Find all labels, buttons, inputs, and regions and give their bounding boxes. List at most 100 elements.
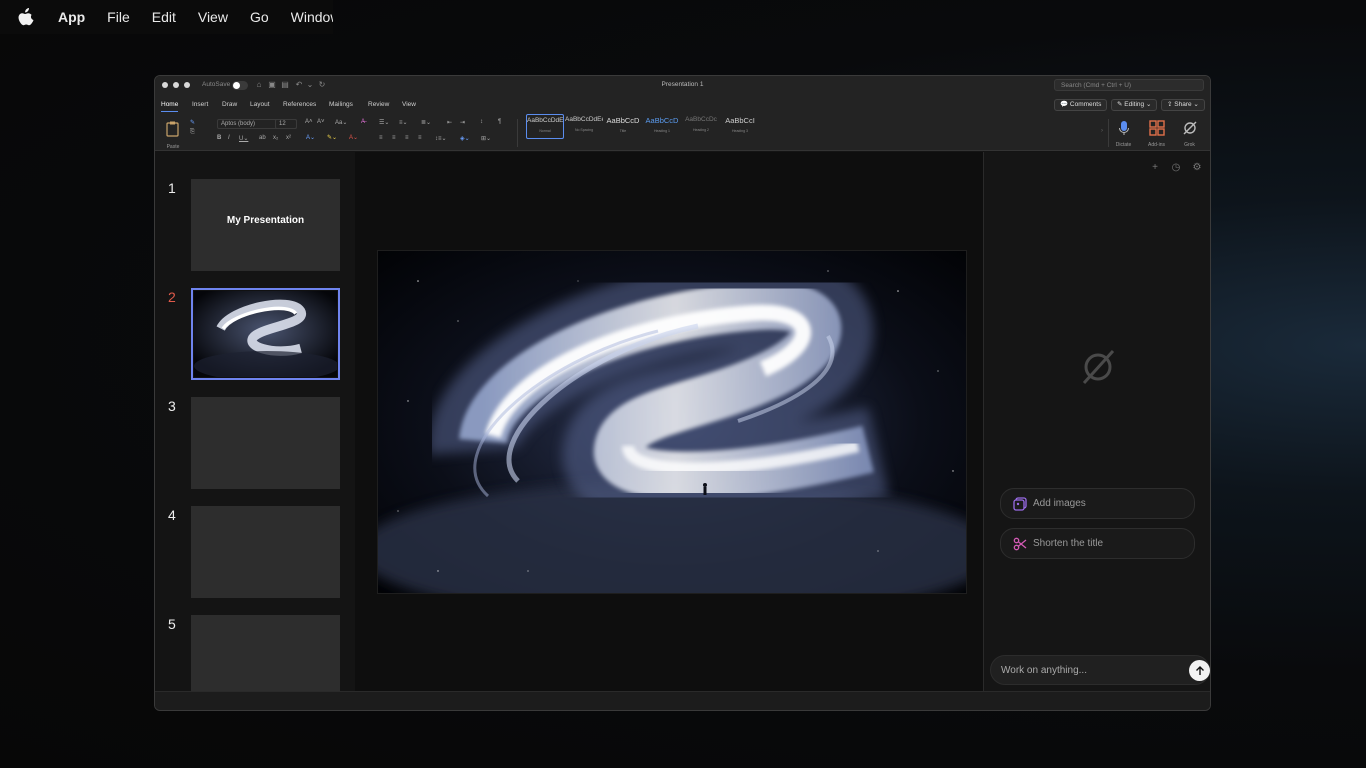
italic-button[interactable]: I: [228, 135, 230, 141]
font-color-icon[interactable]: A⌄: [349, 134, 358, 141]
menu-view[interactable]: View: [198, 9, 228, 25]
sort-icon[interactable]: ↕: [480, 119, 483, 125]
history-icon[interactable]: ◷: [1170, 162, 1182, 174]
bold-button[interactable]: B: [217, 135, 221, 141]
style-sample: AaBbCcI: [725, 116, 755, 125]
chat-input[interactable]: Work on anything...: [990, 655, 1210, 685]
person-silhouette: [703, 483, 707, 495]
style-title[interactable]: AaBbCcD Title: [604, 114, 642, 137]
suggestion-label: Add images: [1033, 498, 1086, 509]
clear-formatting-icon[interactable]: A̶: [361, 119, 365, 125]
tab-home[interactable]: Home: [161, 101, 179, 112]
title-bar: AutoSave ⌂ ▣ ▤ ↶ ⌄ ↻ Presentation 1 Sear…: [155, 76, 1210, 95]
editing-label: Editing: [1124, 101, 1145, 108]
align-left-icon[interactable]: ≡: [379, 135, 383, 141]
menu-app[interactable]: App: [58, 9, 85, 25]
ribbon-divider: [517, 119, 518, 147]
microphone-icon: [1118, 121, 1129, 135]
slide-thumbnail-1[interactable]: My Presentation: [191, 179, 340, 271]
editing-button[interactable]: ✎ Editing ⌄: [1111, 99, 1158, 111]
share-label: Share: [1174, 101, 1192, 108]
style-no-spacing[interactable]: AaBbCcDdEe No Spacing: [565, 114, 603, 137]
style-normal[interactable]: AaBbCcDdEe Normal: [526, 114, 564, 139]
style-sample: AaBbCcD: [645, 116, 679, 125]
numbering-icon[interactable]: ≡⌄: [399, 119, 408, 126]
bullets-icon[interactable]: ☰⌄: [379, 119, 389, 126]
comments-label: Comments: [1069, 101, 1102, 108]
scissors-icon: [1013, 537, 1027, 551]
tab-layout[interactable]: Layout: [250, 101, 270, 108]
addins-button[interactable]: Add-ins: [1144, 120, 1169, 148]
slide-thumbnail-5[interactable]: [191, 615, 340, 691]
align-center-icon[interactable]: ≡: [392, 135, 396, 141]
superscript-button[interactable]: x²: [286, 135, 291, 141]
addins-grid-icon: [1148, 120, 1165, 136]
dictate-button[interactable]: Dictate: [1111, 120, 1136, 148]
tab-draw[interactable]: Draw: [222, 101, 237, 108]
style-sample: AaBbCcDc: [685, 116, 717, 123]
decrease-indent-icon[interactable]: ⇤: [447, 119, 452, 126]
slide-number: 3: [168, 398, 176, 414]
style-heading-3[interactable]: AaBbCcI Heading 3: [721, 114, 759, 137]
slide-number: 2: [168, 289, 176, 305]
font-size-value: 12: [279, 121, 286, 127]
tab-insert[interactable]: Insert: [192, 101, 208, 108]
shading-icon[interactable]: ◈⌄: [460, 135, 470, 142]
add-images-suggestion[interactable]: Add images: [1000, 488, 1195, 519]
multilevel-list-icon[interactable]: ≣⌄: [421, 119, 431, 126]
comments-button[interactable]: 💬 Comments: [1054, 99, 1108, 111]
new-chat-icon[interactable]: +: [1149, 162, 1161, 174]
settings-icon[interactable]: ⚙: [1191, 162, 1203, 174]
borders-icon[interactable]: ⊞⌄: [481, 135, 491, 142]
grok-button[interactable]: Grok: [1177, 120, 1202, 148]
format-painter-icon[interactable]: ✎: [190, 119, 195, 126]
grow-font-icon[interactable]: A˄: [305, 119, 313, 125]
status-bar: [155, 691, 1210, 710]
slide-thumbnail-2[interactable]: [191, 288, 340, 381]
send-button[interactable]: [1189, 660, 1210, 681]
shorten-title-suggestion[interactable]: Shorten the title: [1000, 528, 1195, 559]
underline-button[interactable]: U⌄: [239, 135, 248, 142]
app-window: AutoSave ⌂ ▣ ▤ ↶ ⌄ ↻ Presentation 1 Sear…: [154, 75, 1211, 711]
chat-placeholder: Work on anything...: [1001, 664, 1087, 676]
strikethrough-button[interactable]: ab: [259, 135, 266, 141]
increase-indent-icon[interactable]: ⇥: [460, 119, 465, 126]
grok-label: Grok: [1184, 142, 1195, 148]
menu-edit[interactable]: Edit: [152, 9, 176, 25]
tab-mailings[interactable]: Mailings: [329, 101, 353, 108]
align-right-icon[interactable]: ≡: [405, 135, 409, 141]
line-spacing-icon[interactable]: ↕≡⌄: [435, 135, 447, 142]
apple-icon[interactable]: [18, 8, 35, 26]
galaxy-swirl-image[interactable]: [378, 251, 967, 594]
slide-thumbnails-panel: 1 My Presentation 2 3 4 5: [155, 152, 355, 691]
style-name: No Spacing: [574, 128, 594, 132]
styles-scroll-icon[interactable]: ›: [1101, 128, 1103, 134]
change-case-icon[interactable]: Aa⌄: [335, 119, 347, 126]
style-heading-2[interactable]: AaBbCcDc Heading 2: [682, 114, 720, 137]
text-effects-icon[interactable]: A⌄: [306, 134, 315, 141]
shrink-font-icon[interactable]: A˅: [317, 119, 325, 125]
tab-review[interactable]: Review: [368, 101, 389, 108]
tab-view[interactable]: View: [402, 101, 416, 108]
copy-icon[interactable]: ⎘: [190, 129, 195, 136]
slide-thumbnail-3[interactable]: [191, 397, 340, 489]
share-button[interactable]: ⇪ Share ⌄: [1161, 99, 1205, 111]
search-input[interactable]: Search (Cmd + Ctrl + U): [1054, 79, 1204, 91]
style-heading-1[interactable]: AaBbCcD Heading 1: [643, 114, 681, 137]
grok-logo-icon: [1082, 349, 1115, 385]
slide-thumbnail-4[interactable]: [191, 506, 340, 598]
subscript-button[interactable]: x₂: [273, 135, 278, 141]
font-size-select[interactable]: 12: [275, 119, 297, 129]
paste-button[interactable]: Paste: [161, 120, 185, 150]
addins-label: Add-ins: [1148, 142, 1165, 148]
highlight-icon[interactable]: ✎⌄: [327, 134, 337, 141]
menu-window[interactable]: Window: [291, 9, 333, 25]
assistant-panel: + ◷ ⚙ Add images Shorten the title Work …: [983, 152, 1210, 691]
menu-file[interactable]: File: [107, 9, 130, 25]
arrow-up-icon: [1195, 665, 1204, 675]
tab-references[interactable]: References: [283, 101, 316, 108]
justify-icon[interactable]: ≡: [418, 135, 422, 141]
pilcrow-icon[interactable]: ¶: [498, 119, 501, 125]
current-slide[interactable]: [377, 250, 967, 594]
menu-go[interactable]: Go: [250, 9, 269, 25]
